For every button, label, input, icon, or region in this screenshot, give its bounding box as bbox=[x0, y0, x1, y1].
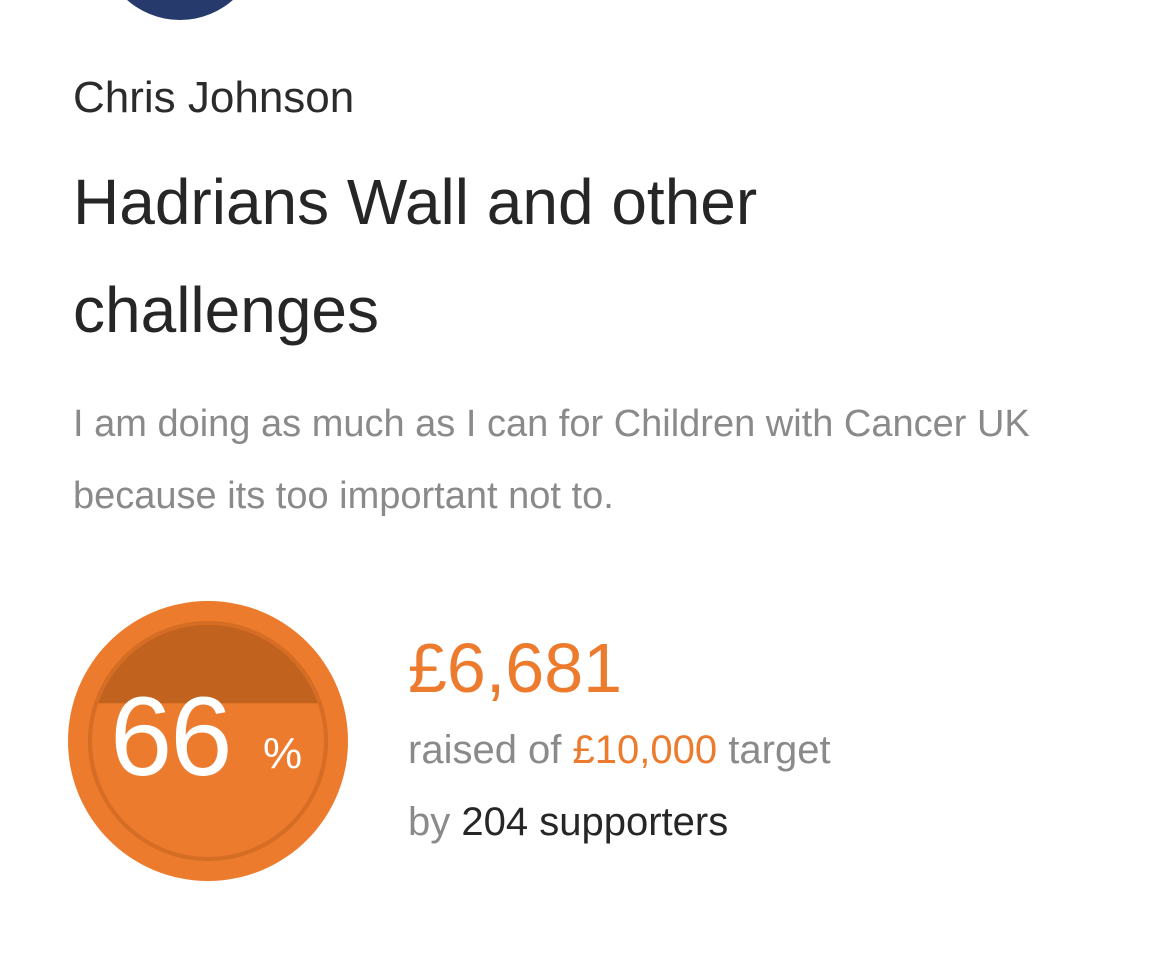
raised-amount: £6,681 bbox=[408, 629, 623, 707]
avatar bbox=[100, 0, 260, 20]
page-description: I am doing as much as I can for Children… bbox=[73, 403, 1030, 517]
progress-percent: 66 bbox=[110, 674, 233, 799]
target-amount: £10,000 bbox=[572, 728, 718, 772]
progress-percent-sign: % bbox=[263, 729, 303, 778]
target-suffix: target bbox=[728, 728, 831, 772]
target-line: raised of £10,000 target bbox=[408, 726, 831, 774]
page-title: Hadrians Wall and other challenges bbox=[73, 166, 758, 346]
avatar-shirt bbox=[100, 0, 260, 20]
supporters-count: 204 supporters bbox=[461, 800, 729, 844]
owner-name: Chris Johnson bbox=[73, 73, 355, 122]
supporters-prefix: by bbox=[408, 800, 451, 844]
target-prefix: raised of bbox=[408, 728, 562, 772]
supporters-line: by 204 supporters bbox=[408, 798, 728, 846]
